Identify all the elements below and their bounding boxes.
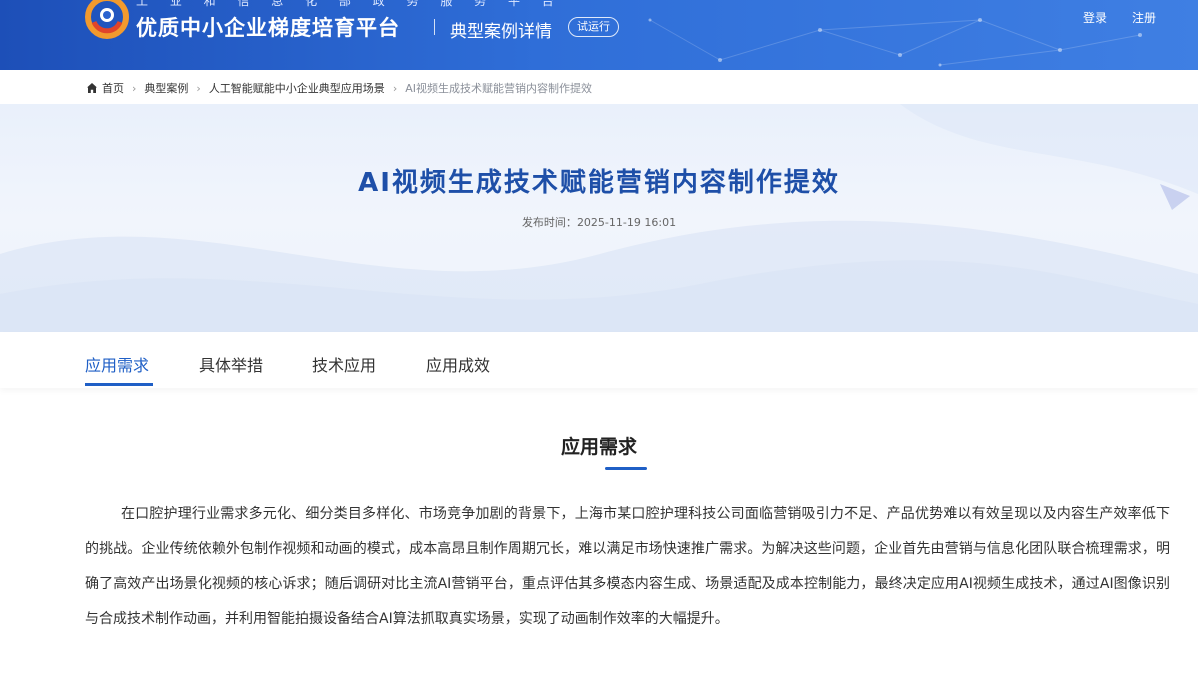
breadcrumb: 首页 › 典型案例 › 人工智能赋能中小企业典型应用场景 › AI视频生成技术赋… <box>86 80 592 96</box>
tab-application-needs[interactable]: 应用需求 <box>85 352 149 376</box>
heading-underline <box>605 467 647 470</box>
login-link[interactable]: 登录 <box>1083 9 1107 26</box>
active-tab-indicator <box>85 383 153 386</box>
home-icon[interactable] <box>86 82 98 94</box>
chevron-right-icon: › <box>392 81 398 95</box>
chevron-right-icon: › <box>196 81 201 95</box>
section-body-text: 在口腔护理行业需求多元化、细分类目多样化、市场竞争加剧的背景下，上海市某口腔护理… <box>85 506 1170 627</box>
breadcrumb-home[interactable]: 首页 <box>102 80 124 96</box>
breadcrumb-current: AI视频生成技术赋能营销内容制作提效 <box>405 82 592 95</box>
ministry-supertitle: 工 业 和 信 息 化 部 政 务 服 务 平 台 <box>136 0 563 8</box>
publish-time-value: 2025-11-19 16:01 <box>576 216 677 229</box>
publish-time-label: 发布时间： <box>521 216 577 229</box>
article-title: AI视频生成技术赋能营销内容制作提效 <box>358 168 840 198</box>
title-divider <box>434 19 435 35</box>
publish-time-row: 发布时间：2025-11-19 16:01 <box>0 214 1198 230</box>
breadcrumb-ai-scenarios[interactable]: 人工智能赋能中小企业典型应用场景 <box>209 80 385 96</box>
tab-application-results[interactable]: 应用成效 <box>426 352 490 376</box>
register-link[interactable]: 注册 <box>1132 9 1156 26</box>
section-heading: 应用需求 <box>560 436 637 458</box>
breadcrumb-cases[interactable]: 典型案例 <box>144 80 188 96</box>
tab-technology-application[interactable]: 技术应用 <box>312 352 376 376</box>
top-header: 工 业 和 信 息 化 部 政 务 服 务 平 台 优质中小企业梯度培育平台 典… <box>0 0 1198 70</box>
page-type-label: 典型案例详情 <box>450 22 552 42</box>
chevron-right-icon: › <box>132 81 137 95</box>
trial-badge: 试运行 <box>568 17 619 37</box>
section-tabs: 应用需求 具体举措 技术应用 应用成效 <box>0 332 1198 388</box>
platform-logo <box>84 0 130 40</box>
tab-specific-measures[interactable]: 具体举措 <box>199 352 263 376</box>
article-banner: AI视频生成技术赋能营销内容制作提效 发布时间：2025-11-19 16:01 <box>0 104 1198 332</box>
site-title[interactable]: 优质中小企业梯度培育平台 <box>136 12 400 42</box>
